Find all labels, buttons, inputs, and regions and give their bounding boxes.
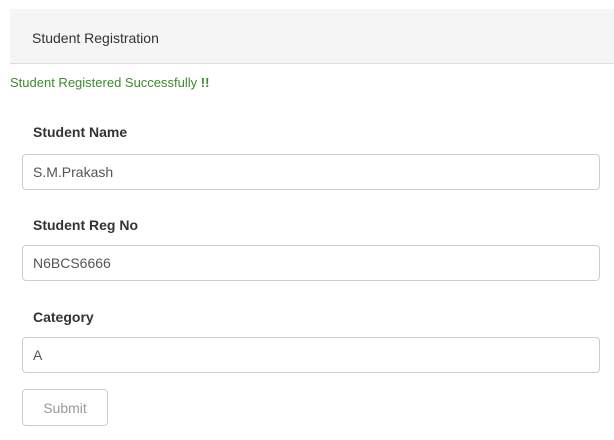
student-name-input[interactable] [22,154,600,190]
student-reg-no-label: Student Reg No [33,217,138,233]
success-message: Student Registered Successfully !! [10,75,209,90]
success-message-emphasis: !! [200,75,210,90]
submit-button[interactable]: Submit [22,389,108,426]
category-label: Category [33,309,94,325]
category-input[interactable] [22,337,600,373]
panel-title: Student Registration [32,30,159,46]
success-message-text: Student Registered Successfully [10,75,201,90]
student-reg-no-input[interactable] [22,245,600,281]
panel-heading: Student Registration [10,9,614,64]
student-name-label: Student Name [33,124,128,140]
